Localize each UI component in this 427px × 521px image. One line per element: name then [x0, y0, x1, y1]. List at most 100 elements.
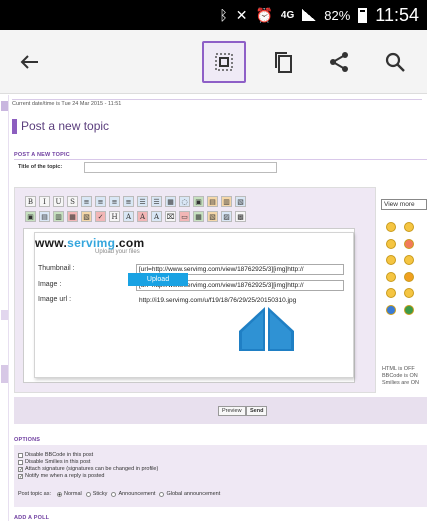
post-type-option: Announcement	[118, 491, 156, 497]
editor-button[interactable]: ▧	[235, 196, 246, 207]
alarm-icon: ⏰	[255, 6, 273, 23]
smiley-icon[interactable]	[404, 222, 414, 232]
share-button[interactable]	[322, 45, 356, 79]
editor-button[interactable]: ▧	[207, 211, 218, 222]
editor-toolbar-row-2: ▣ ▤ ▥ ▦ ▧ ✓ H A A A ⌧ ▭ ▦ ▧ ▨ ▩	[25, 211, 246, 222]
editor-button[interactable]: ≡	[123, 196, 134, 207]
copy-button[interactable]	[266, 45, 300, 79]
servimg-logo: www.servimg.com	[35, 236, 145, 250]
option-checkbox[interactable]	[18, 452, 23, 458]
smiley-icon[interactable]	[386, 222, 396, 232]
signal-icon	[302, 9, 317, 21]
option-row: ✓ Attach signature (signatures can be cha…	[18, 466, 158, 472]
share-icon	[330, 52, 348, 72]
editor-button[interactable]: ≡	[81, 196, 92, 207]
editor-button[interactable]: ▣	[25, 211, 36, 222]
topic-title-input[interactable]	[84, 162, 277, 173]
smiley-icon[interactable]	[386, 238, 396, 249]
page-title: Post a new topic	[12, 117, 427, 135]
editor-button[interactable]: ≡	[109, 196, 120, 207]
editor-button[interactable]: ✓	[95, 211, 106, 222]
smiley-icon[interactable]	[404, 288, 414, 298]
editor-button[interactable]: H	[109, 211, 120, 222]
send-button[interactable]: Send	[246, 406, 268, 416]
smiley-icon[interactable]	[404, 238, 414, 249]
post-type-radio[interactable]	[85, 491, 91, 497]
web-page: Current date/time is Tue 24 Mar 2015 - 1…	[0, 95, 427, 521]
editor-button[interactable]: A	[151, 211, 162, 222]
sidebar-marker	[1, 365, 8, 383]
editor-button[interactable]: ▩	[235, 211, 246, 222]
copy-icon	[275, 52, 292, 73]
text-selection-handles[interactable]	[239, 307, 294, 351]
smiley-icon[interactable]	[386, 255, 396, 265]
editor-button[interactable]: ☰	[137, 196, 148, 207]
current-datetime: Current date/time is Tue 24 Mar 2015 - 1…	[12, 101, 122, 107]
view-more-select[interactable]: View more	[381, 199, 427, 210]
editor-button[interactable]: A	[123, 211, 134, 222]
mute-icon: ✕	[235, 6, 248, 23]
back-button[interactable]	[12, 45, 46, 79]
editor-button[interactable]: ▧	[81, 211, 92, 222]
bbcode-status: BBCode is ON	[382, 373, 418, 379]
battery-icon	[358, 7, 368, 23]
preview-button[interactable]: Preview	[218, 406, 246, 416]
editor-button[interactable]: S	[67, 196, 78, 207]
image-url-field[interactable]: http://i19.servimg.com/u/f19/18/76/29/25…	[136, 295, 344, 306]
editor-button[interactable]: A	[137, 211, 148, 222]
smiley-icon[interactable]	[386, 288, 396, 298]
post-type-radio[interactable]	[159, 491, 165, 497]
editor-button[interactable]: ◌	[179, 196, 190, 207]
sidebar-marker	[1, 101, 8, 111]
post-type-radio[interactable]	[57, 491, 63, 497]
servimg-upload-widget: www.servimg.com Upload your files Thumbn…	[34, 232, 354, 378]
status-bar: ᛒ ✕ ⏰ 4G 82% 11:54	[0, 0, 427, 30]
search-button[interactable]	[378, 45, 412, 79]
editor-button[interactable]: ▤	[207, 196, 218, 207]
editor-button[interactable]: ≡	[95, 196, 106, 207]
smiley-icon[interactable]	[386, 304, 396, 315]
editor-button[interactable]: ▥	[53, 211, 64, 222]
editor-button[interactable]: ⌧	[165, 211, 176, 222]
option-checkbox[interactable]: ✓	[18, 473, 23, 479]
network-type: 4G	[280, 9, 295, 21]
editor-button[interactable]: U	[53, 196, 64, 207]
image-label: Image :	[38, 281, 62, 288]
app-toolbar	[0, 30, 427, 94]
post-type-option: Global announcement	[166, 491, 221, 497]
sidebar-marker	[1, 310, 8, 320]
editor-button[interactable]: ▦	[67, 211, 78, 222]
editor-button[interactable]: ▦	[165, 196, 176, 207]
page-title-text: Post a new topic	[21, 119, 110, 133]
post-type-radio[interactable]	[111, 491, 117, 497]
post-type-row: Post topic as: Normal Sticky Announcement G…	[18, 491, 220, 497]
back-arrow-icon	[20, 55, 38, 69]
smiley-icon[interactable]	[404, 255, 414, 265]
post-type-option: Sticky	[92, 491, 108, 497]
option-checkbox[interactable]: ✓	[18, 466, 23, 472]
editor-button[interactable]: B	[25, 196, 36, 207]
editor-button[interactable]: I	[39, 196, 50, 207]
editor-button[interactable]: ▨	[221, 211, 232, 222]
editor-button[interactable]: ☰	[151, 196, 162, 207]
servimg-tagline: Upload your files	[95, 249, 140, 255]
upload-button[interactable]: Upload	[128, 273, 188, 286]
smiley-icon[interactable]	[404, 304, 414, 315]
editor-button[interactable]: ▤	[39, 211, 50, 222]
editor-button[interactable]: ▣	[193, 196, 204, 207]
option-row: Disable Smilies in this post	[18, 459, 90, 465]
selection-handle-icon	[239, 307, 294, 351]
option-label: Disable BBCode in this post	[25, 452, 94, 458]
section-title-poll: ADD A POLL	[14, 515, 50, 521]
editor-button[interactable]: ▭	[179, 211, 190, 222]
smiley-icon[interactable]	[386, 271, 396, 282]
title-label: Title of the topic:	[18, 164, 63, 170]
option-row: ✓ Notify me when a reply is posted	[18, 473, 104, 479]
divider	[14, 159, 427, 160]
editor-button[interactable]: ▦	[193, 211, 204, 222]
smiley-icon[interactable]	[404, 271, 414, 282]
select-text-button[interactable]	[202, 41, 246, 83]
clock: 11:54	[375, 4, 419, 25]
option-checkbox[interactable]	[18, 459, 23, 465]
editor-button[interactable]: ▥	[221, 196, 232, 207]
